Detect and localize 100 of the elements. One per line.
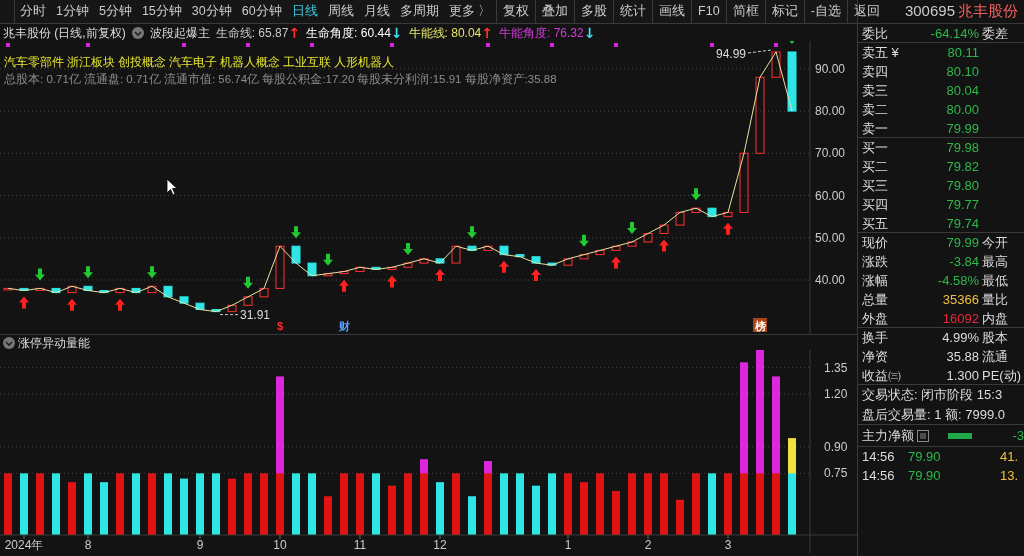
- toolbar-button[interactable]: 标记: [764, 0, 804, 24]
- period-tab[interactable]: 多周期: [394, 2, 444, 21]
- bar: [116, 473, 124, 535]
- quote-value: 35366: [941, 291, 980, 309]
- quote-label: 涨幅: [862, 272, 889, 290]
- toolbar-button[interactable]: -自选: [803, 0, 847, 24]
- concept-tag[interactable]: 汽车零部件: [4, 53, 64, 71]
- quote-value: 80.04: [945, 82, 980, 100]
- period-tab[interactable]: 更多 〉: [443, 2, 497, 21]
- toolbar-button[interactable]: 画线: [652, 0, 692, 24]
- bar: [452, 473, 460, 535]
- quote-label: 卖一: [862, 120, 889, 138]
- concept-tag[interactable]: 创投概念: [118, 53, 166, 71]
- leader-line: [219, 314, 239, 316]
- bar: [308, 473, 316, 535]
- bar: [356, 473, 364, 535]
- quote-label: 流通: [982, 348, 1009, 366]
- concept-tag[interactable]: 汽车电子: [169, 53, 217, 71]
- toolbar-button[interactable]: 统计: [613, 0, 653, 24]
- bar: [4, 473, 12, 535]
- axis-label: 1.20: [824, 387, 848, 402]
- quote-label: 外盘: [862, 310, 889, 328]
- stock-stats: 总股本: 0.71亿 流通盘: 0.71亿 流通市值: 56.74亿 每股公积金:17.20 每股未分利润:15.91 每股净资产:35.88: [4, 72, 557, 87]
- axis-label: 1: [564, 538, 572, 552]
- quote-label: 换手: [862, 329, 889, 347]
- flow-value: -3: [1012, 426, 1024, 445]
- chevron-down-icon[interactable]: [131, 26, 144, 39]
- event-marker: $: [276, 320, 284, 332]
- quote-label: 委差: [982, 25, 1009, 43]
- period-tab[interactable]: 15分钟: [136, 2, 187, 21]
- bar: [100, 482, 108, 535]
- quote-label: 最低: [982, 272, 1009, 290]
- bar: [52, 473, 60, 535]
- bar: [564, 473, 572, 535]
- trade-time: 14:56: [862, 467, 896, 485]
- quote-value: 79.98: [945, 139, 980, 157]
- bar: [244, 473, 252, 535]
- quote-label: 收益㈢: [862, 367, 902, 385]
- bar: [388, 485, 396, 535]
- quote-value: 80.10: [945, 63, 980, 81]
- concept-tag[interactable]: 机器人概念: [220, 53, 280, 71]
- trend-arrow: ↑: [481, 25, 493, 40]
- concept-tag[interactable]: 工业互联: [283, 53, 331, 71]
- price-label: 94.99: [716, 47, 747, 61]
- bar: [180, 478, 188, 535]
- quote-label: 买三: [862, 177, 889, 195]
- bar: [644, 473, 652, 535]
- indicator-value: 生命线: 65.87: [215, 24, 289, 42]
- quote-label: 委比: [862, 25, 889, 43]
- quote-value: 80.00: [945, 101, 980, 119]
- flow-label: 主力净额: [862, 426, 914, 445]
- quote-value: 80.11: [946, 44, 980, 62]
- period-tab[interactable]: 周线: [322, 2, 359, 21]
- trade-price: 79.90: [908, 467, 942, 485]
- toolbar-button[interactable]: 简框: [725, 0, 765, 24]
- list-icon[interactable]: [917, 429, 929, 442]
- axis-label: 0.75: [824, 466, 848, 481]
- indicator-value: 生命角度: 60.44: [306, 24, 391, 42]
- toolbar-button[interactable]: 复权: [496, 0, 536, 24]
- period-tab[interactable]: 30分钟: [186, 2, 237, 21]
- axis-label: 11: [353, 538, 367, 552]
- trend-arrow: ↓: [583, 25, 596, 40]
- bar: [580, 482, 588, 535]
- trade-time: 14:56: [862, 448, 896, 466]
- bar: [372, 473, 380, 535]
- quote-label: 买四: [862, 196, 889, 214]
- quote-value: 79.74: [945, 215, 980, 233]
- axis-label: 90.00: [815, 61, 846, 76]
- quote-value: 79.82: [945, 158, 980, 176]
- quote-label: 现价: [862, 234, 889, 252]
- bar: [228, 478, 236, 535]
- quote-label: 卖五 ¥: [862, 44, 900, 62]
- bar: [132, 473, 140, 535]
- indicator-value: 牛能角度: 76.32: [499, 24, 584, 42]
- concept-tag[interactable]: 人形机器人: [334, 53, 394, 71]
- toolbar-button[interactable]: 返回: [846, 0, 886, 24]
- period-tab[interactable]: 1分钟: [51, 2, 94, 21]
- bar: [68, 482, 76, 535]
- axis-label: 0.90: [824, 439, 848, 454]
- bar: [660, 473, 668, 535]
- axis-label: 9: [196, 538, 204, 552]
- quote-label: 买二: [862, 158, 889, 176]
- toolbar-button[interactable]: 多股: [574, 0, 614, 24]
- period-tab[interactable]: 月线: [358, 2, 395, 21]
- axis-label: 40.00: [815, 272, 846, 287]
- quote-label: 卖四: [862, 63, 889, 81]
- bar: [548, 473, 556, 535]
- quote-label: 买一: [862, 139, 889, 157]
- period-tab[interactable]: 分时: [15, 2, 51, 21]
- chevron-down-icon[interactable]: [3, 336, 15, 349]
- period-tab[interactable]: 日线: [286, 2, 323, 21]
- toolbar-button[interactable]: 叠加: [535, 0, 575, 24]
- period-tab[interactable]: 60分钟: [236, 2, 287, 21]
- trend-arrow: ↑: [288, 25, 301, 40]
- bar: [84, 473, 92, 535]
- toolbar-button[interactable]: F10: [691, 0, 726, 24]
- quote-value: 79.99: [945, 234, 980, 252]
- quote-value: 79.80: [945, 177, 980, 195]
- period-tab[interactable]: 5分钟: [93, 2, 137, 21]
- concept-tag[interactable]: 浙江板块: [67, 53, 115, 71]
